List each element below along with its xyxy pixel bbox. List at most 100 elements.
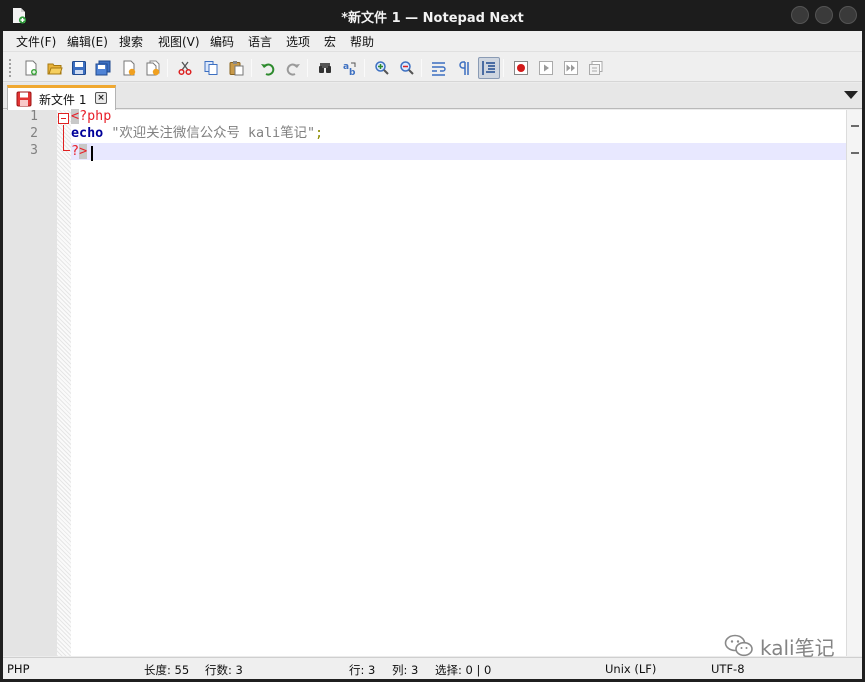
code-line-3: ?>	[71, 143, 846, 160]
record-macro-icon	[514, 61, 528, 75]
tab-label: 新文件 1	[39, 93, 87, 107]
save-button[interactable]	[68, 57, 90, 79]
replace-button[interactable]: ab	[339, 57, 361, 79]
tab-close-icon[interactable]: ×	[95, 92, 107, 104]
php-open-tag: ?php	[79, 109, 112, 124]
text-area[interactable]: <?php echo "欢迎关注微信公众号 kali笔记"; ?>	[71, 109, 846, 656]
run-macro-multiple-button[interactable]	[560, 57, 582, 79]
zoom-out-button[interactable]	[396, 57, 418, 79]
word-wrap-icon	[432, 62, 446, 76]
paste-icon	[229, 61, 244, 76]
tab-new-file-1[interactable]: 新文件 1 ×	[7, 85, 116, 110]
replace-icon: ab	[343, 62, 356, 76]
status-encoding[interactable]: UTF-8	[711, 662, 745, 676]
save-all-button[interactable]	[92, 57, 114, 79]
show-all-chars-button[interactable]	[453, 57, 475, 79]
menu-encoding[interactable]: 编码	[210, 33, 234, 50]
title-bar: *新文件 1 — Notepad Next	[0, 0, 865, 31]
tab-bar: 新文件 1 ×	[3, 83, 862, 110]
code-line-1: <?php	[71, 109, 112, 124]
menu-search[interactable]: 搜索	[119, 33, 143, 50]
save-macro-icon	[589, 61, 603, 75]
wechat-logo-icon	[724, 634, 753, 657]
fold-guide	[63, 125, 64, 150]
copy-icon	[204, 61, 218, 75]
zoom-in-icon	[375, 61, 389, 75]
cut-icon	[178, 61, 192, 76]
redo-icon	[286, 63, 300, 76]
close-all-icon	[146, 60, 160, 76]
save-all-icon	[95, 60, 111, 76]
menu-file[interactable]: 文件(F)	[16, 33, 56, 50]
fold-margin	[57, 110, 71, 656]
php-close-tag: ?>	[71, 144, 88, 159]
close-icon	[123, 60, 136, 76]
close-window-button[interactable]	[839, 6, 857, 24]
line-number-margin: 1 2 3	[3, 109, 57, 656]
fold-toggle-icon[interactable]	[58, 113, 69, 124]
indent-guide-button[interactable]	[478, 57, 500, 79]
echo-keyword: echo	[71, 126, 104, 141]
svg-text:b: b	[349, 68, 356, 76]
app-window: 文件(F) 编辑(E) 搜索 视图(V) 编码 语言 选项 宏 帮助 a b 新…	[3, 31, 862, 679]
status-language[interactable]: PHP	[7, 662, 30, 676]
status-length: 长度: 55	[144, 663, 190, 677]
play-macro-button[interactable]	[535, 57, 557, 79]
run-macro-multiple-icon	[564, 61, 578, 75]
new-file-icon	[25, 60, 37, 76]
editor[interactable]: 1 2 3 <?php echo "欢迎关注微信公众号 kali笔记"; ?>	[3, 109, 862, 656]
line-number: 2	[30, 126, 38, 141]
close-file-button[interactable]	[118, 57, 140, 79]
cut-button[interactable]	[174, 57, 196, 79]
redo-button[interactable]	[282, 57, 304, 79]
toolbar: ab	[3, 51, 862, 82]
zoom-out-icon	[400, 61, 414, 75]
menu-edit[interactable]: 编辑(E)	[67, 33, 108, 50]
status-line: 行: 3	[349, 663, 376, 677]
find-button[interactable]	[314, 57, 336, 79]
record-macro-button[interactable]	[510, 57, 532, 79]
menu-macro[interactable]: 宏	[324, 33, 336, 50]
window-title: *新文件 1 — Notepad Next	[341, 11, 524, 26]
close-all-button[interactable]	[142, 57, 164, 79]
code-line-2: echo "欢迎关注微信公众号 kali笔记";	[71, 125, 846, 142]
menu-settings[interactable]: 选项	[286, 33, 310, 50]
menu-language[interactable]: 语言	[248, 33, 272, 50]
paste-button[interactable]	[225, 57, 247, 79]
find-icon	[319, 63, 331, 73]
text-caret	[91, 146, 93, 161]
open-file-button[interactable]	[44, 57, 66, 79]
line-number: 3	[30, 143, 38, 158]
save-icon	[72, 61, 86, 75]
word-wrap-button[interactable]	[428, 57, 450, 79]
show-all-chars-icon	[459, 61, 469, 75]
fold-guide-end	[63, 150, 70, 151]
open-folder-icon	[47, 63, 63, 75]
zoom-in-button[interactable]	[371, 57, 393, 79]
play-macro-icon	[539, 61, 553, 75]
maximize-button[interactable]	[815, 6, 833, 24]
undo-button[interactable]	[257, 57, 279, 79]
vertical-scrollbar[interactable]	[846, 110, 862, 656]
status-bar: PHP 长度: 55 行数: 3 行: 3 列: 3 选择: 0 | 0 Uni…	[3, 657, 862, 679]
scrollbar-marker	[851, 125, 859, 127]
unsaved-file-icon	[16, 91, 32, 107]
indent-guide-icon	[482, 61, 495, 75]
minimize-button[interactable]	[791, 6, 809, 24]
save-macro-button[interactable]	[585, 57, 607, 79]
tab-list-dropdown-icon[interactable]	[844, 91, 858, 99]
status-lines: 行数: 3	[205, 663, 243, 677]
string-literal: "欢迎关注微信公众号 kali笔记"	[111, 126, 316, 141]
scrollbar-marker	[851, 152, 859, 154]
new-file-button[interactable]	[20, 57, 42, 79]
menu-help[interactable]: 帮助	[350, 33, 374, 50]
copy-button[interactable]	[200, 57, 222, 79]
status-eol[interactable]: Unix (LF)	[605, 662, 656, 676]
undo-icon	[261, 63, 275, 76]
status-selection: 选择: 0 | 0	[435, 663, 492, 677]
menu-view[interactable]: 视图(V)	[158, 33, 200, 50]
semicolon: ;	[315, 126, 324, 141]
status-column: 列: 3	[392, 663, 419, 677]
watermark: kali笔记	[724, 632, 835, 660]
toolbar-grip[interactable]	[8, 58, 12, 78]
